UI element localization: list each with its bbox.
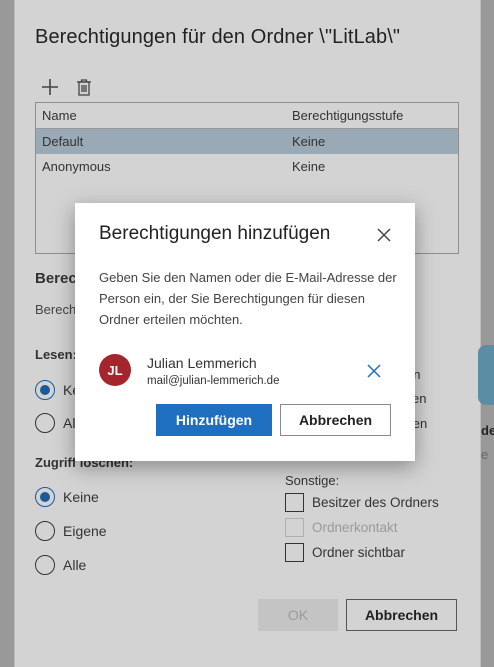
read-option-all[interactable]: All <box>35 413 79 433</box>
toolbar <box>39 76 95 98</box>
page-title: Berechtigungen für den Ordner \"LitLab\" <box>35 26 401 48</box>
modal-description: Geben Sie den Namen oder die E-Mail-Adre… <box>99 270 397 327</box>
avatar: JL <box>99 354 131 386</box>
add-permission-modal: Berechtigungen hinzufügen Geben Sie den … <box>75 203 415 461</box>
radio-button[interactable] <box>35 521 55 541</box>
section-heading: Berec <box>35 270 77 287</box>
read-group-label: Lesen: <box>35 347 77 362</box>
radio-label: Keine <box>63 489 99 505</box>
row-level: Keine <box>292 159 326 174</box>
trash-icon[interactable] <box>73 76 95 98</box>
remove-icon[interactable] <box>365 362 383 380</box>
radio-button[interactable] <box>35 380 55 400</box>
cancel-button[interactable]: Abbrechen <box>346 599 457 631</box>
checkbox-label: Ordnerkontakt <box>312 520 398 535</box>
column-header-level[interactable]: Berechtigungsstufe <box>292 108 458 123</box>
table-header: Name Berechtigungsstufe <box>36 103 458 129</box>
add-button[interactable]: Hinzufügen <box>156 404 272 436</box>
user-name: Julian Lemmerich <box>147 355 257 371</box>
plus-icon[interactable] <box>39 76 61 98</box>
checkbox[interactable] <box>285 493 304 512</box>
table-row[interactable]: Default Keine <box>36 129 458 154</box>
radio-button[interactable] <box>35 413 55 433</box>
column-header-name[interactable]: Name <box>36 108 292 123</box>
user-email: mail@julian-lemmerich.de <box>147 375 280 387</box>
check-contact: Ordnerkontakt <box>285 518 398 537</box>
check-owner[interactable]: Besitzer des Ordners <box>285 493 439 512</box>
radio-label: Eigene <box>63 523 107 539</box>
partial-label: e <box>481 447 489 462</box>
table-row[interactable]: Anonymous Keine <box>36 154 458 179</box>
modal-title: Berechtigungen hinzufügen <box>99 223 331 244</box>
delete-option-none[interactable]: Keine <box>35 487 99 507</box>
radio-button[interactable] <box>35 487 55 507</box>
delete-option-own[interactable]: Eigene <box>35 521 107 541</box>
check-visible[interactable]: Ordner sichtbar <box>285 543 405 562</box>
row-level: Keine <box>292 134 326 149</box>
checkbox-label: Ordner sichtbar <box>312 545 406 560</box>
other-group-label: Sonstige: <box>285 473 340 488</box>
delete-option-all[interactable]: Alle <box>35 555 86 575</box>
radio-button[interactable] <box>35 555 55 575</box>
checkbox[interactable] <box>285 543 304 562</box>
close-icon[interactable] <box>374 225 394 245</box>
row-name: Anonymous <box>42 159 111 174</box>
checkbox <box>285 518 304 537</box>
partial-label: de <box>481 423 494 438</box>
radio-label: Alle <box>63 557 87 573</box>
row-name: Default <box>42 134 84 149</box>
background-graphic <box>478 345 494 405</box>
section-subtitle: Berech <box>35 302 77 317</box>
cancel-button[interactable]: Abbrechen <box>280 404 391 436</box>
ok-button: OK <box>258 599 338 631</box>
checkbox-label: Besitzer des Ordners <box>312 495 439 510</box>
